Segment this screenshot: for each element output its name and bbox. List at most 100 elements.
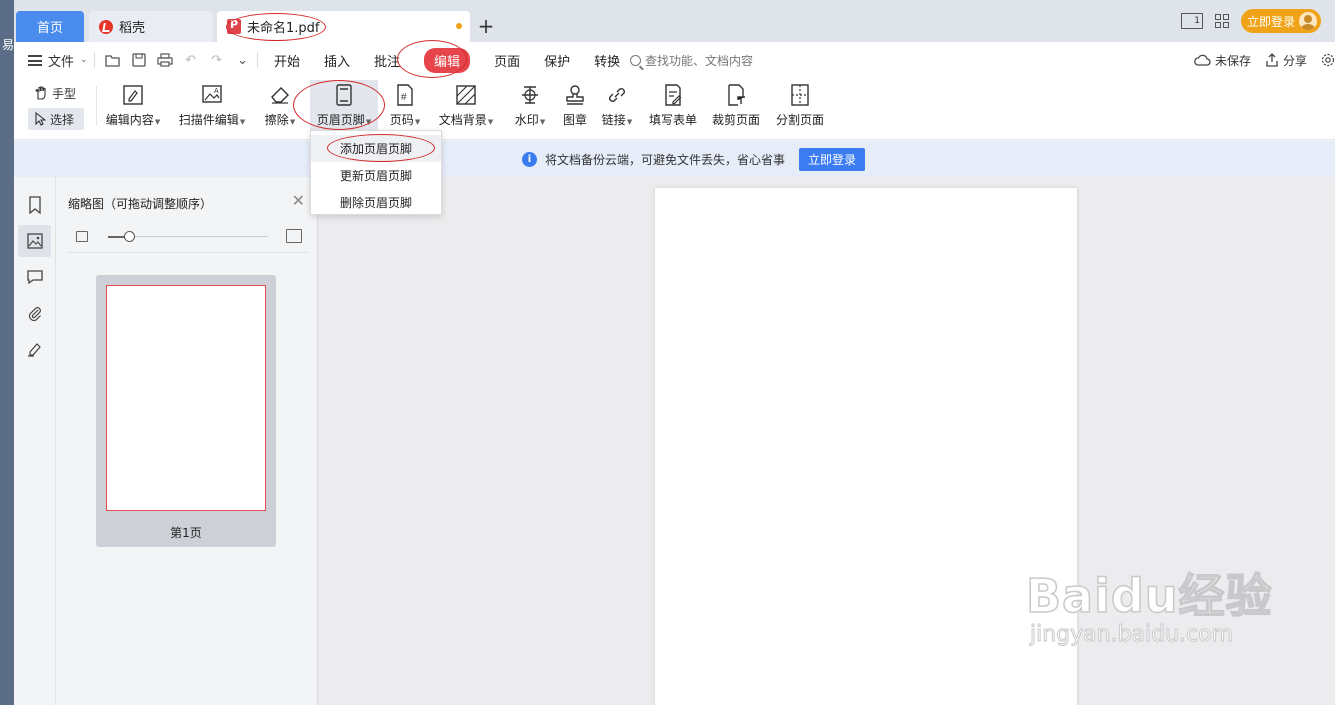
login-button[interactable]: 立即登录: [1240, 9, 1321, 33]
signature-nav[interactable]: [18, 333, 51, 365]
edit-content-label: 编辑内容: [105, 113, 154, 127]
open-folder-icon[interactable]: [104, 52, 121, 68]
file-menu-label: 文件: [48, 54, 75, 70]
edge-char: 易: [2, 38, 15, 52]
erase-label: 擦除: [264, 113, 289, 127]
paperclip-icon: [28, 307, 41, 321]
tab-start[interactable]: 开始: [262, 42, 312, 78]
watermark-icon: [522, 86, 538, 104]
crop-icon: [728, 84, 745, 106]
crop-page-button[interactable]: 裁剪页面: [710, 80, 762, 136]
hand-select-group: 手型 选择: [28, 82, 84, 130]
unsaved-status[interactable]: 未保存: [1193, 52, 1251, 69]
new-tab-button[interactable]: +: [476, 14, 496, 38]
delete-header-footer-item[interactable]: 删除页眉页脚: [311, 189, 441, 216]
watermark-brand: Baidu经验: [1025, 568, 1273, 624]
tab-insert[interactable]: 插入: [312, 42, 362, 78]
scan-edit-icon: A: [202, 85, 222, 103]
watermark-button[interactable]: 水印▼: [510, 80, 550, 136]
background-icon: [456, 85, 476, 105]
single-page-view-icon[interactable]: 1: [1180, 13, 1203, 29]
bookmark-nav[interactable]: [18, 189, 51, 221]
scan-edit-label: 扫描件编辑: [178, 113, 239, 127]
menu-bar: 文件 ⌄ ↶ ↷ ⌄ 开始 插入 批注 编辑 页面 保护 转换 查找功能、文档内…: [14, 42, 1335, 78]
header-footer-dropdown: 添加页眉页脚 更新页眉页脚 删除页眉页脚: [310, 130, 442, 215]
infobar-login-button[interactable]: 立即登录: [799, 147, 866, 171]
page-indicator: 1: [1194, 16, 1200, 26]
quick-access: 文件 ⌄ ↶ ↷ ⌄: [28, 42, 258, 78]
thumbnail-panel-title: 缩略图（可拖动调整顺序）: [68, 197, 213, 211]
zoom-slider-handle[interactable]: [123, 231, 135, 242]
header-footer-icon: [336, 84, 352, 106]
select-tool-button[interactable]: 选择: [28, 108, 84, 130]
hand-tool-button[interactable]: 手型: [28, 82, 84, 104]
stamp-label: 图章: [562, 113, 587, 127]
close-icon[interactable]: ✕: [292, 193, 305, 209]
erase-button[interactable]: 擦除▼: [260, 80, 300, 136]
edit-content-button[interactable]: 编辑内容▼: [104, 80, 162, 136]
tab-document[interactable]: 未命名1.pdf: [217, 11, 470, 42]
tab-daoke-label: 稻壳: [119, 21, 146, 36]
tab-annotate[interactable]: 批注: [362, 42, 412, 78]
stamp-button[interactable]: 图章: [560, 80, 590, 136]
update-header-footer-item[interactable]: 更新页眉页脚: [311, 162, 441, 189]
app-window: 首页 稻壳 未命名1.pdf + 1 立即登录 文件 ⌄: [14, 0, 1335, 705]
comment-nav[interactable]: [18, 261, 51, 293]
grid-view-icon[interactable]: [1214, 14, 1229, 28]
undo-icon[interactable]: ↶: [183, 52, 199, 68]
tab-page[interactable]: 页面: [482, 42, 532, 78]
divider: [96, 86, 97, 126]
tab-start-label: 开始: [274, 54, 301, 70]
thumbnail-page-preview: [106, 285, 266, 511]
pdf-page[interactable]: [655, 188, 1077, 705]
redo-icon[interactable]: ↷: [209, 52, 225, 68]
bookmark-icon: [28, 196, 41, 214]
link-button[interactable]: 链接▼: [598, 80, 636, 136]
customize-dropdown-icon[interactable]: ⌄: [235, 52, 251, 68]
page-thumbnail[interactable]: 第1页: [96, 275, 276, 547]
doc-background-button[interactable]: 文档背景▼: [436, 80, 496, 136]
search-placeholder: 查找功能、文档内容: [645, 53, 754, 68]
login-label: 立即登录: [1246, 14, 1295, 29]
chevron-down-icon: ⌄: [80, 55, 88, 65]
form-icon: [665, 84, 682, 106]
menu-right: 未保存 分享: [1193, 42, 1335, 78]
tab-bar: 首页 稻壳 未命名1.pdf + 1 立即登录: [14, 0, 1335, 42]
tab-convert[interactable]: 转换: [582, 42, 632, 78]
titlebar-right: 1 立即登录: [1180, 9, 1321, 33]
page-number-button[interactable]: # 页码▼: [386, 80, 424, 136]
watermark-label: 水印: [514, 113, 539, 127]
split-page-label: 分割页面: [775, 113, 824, 127]
unsaved-label: 未保存: [1214, 53, 1251, 68]
split-page-icon: [791, 84, 809, 106]
search-input[interactable]: 查找功能、文档内容: [630, 42, 753, 78]
crop-page-label: 裁剪页面: [711, 113, 760, 127]
add-header-footer-item[interactable]: 添加页眉页脚: [311, 135, 441, 162]
header-footer-button[interactable]: 页眉页脚▼: [310, 80, 378, 136]
backup-message: 将文档备份云端，可避免文件丢失，省心省事: [545, 152, 786, 167]
tab-home[interactable]: 首页: [16, 11, 84, 42]
save-icon[interactable]: [131, 52, 147, 68]
thumbnail-nav[interactable]: [18, 225, 51, 257]
split-page-button[interactable]: 分割页面: [774, 80, 826, 136]
scan-edit-button[interactable]: A 扫描件编辑▼: [177, 80, 247, 136]
file-menu-button[interactable]: 文件 ⌄: [28, 51, 88, 70]
share-icon: [1266, 53, 1278, 67]
tab-daoke[interactable]: 稻壳: [89, 11, 213, 42]
fill-form-button[interactable]: 填写表单: [647, 80, 699, 136]
tab-protect[interactable]: 保护: [532, 42, 582, 78]
doc-background-label: 文档背景: [438, 113, 487, 127]
settings-button[interactable]: [1321, 53, 1335, 67]
left-edge-strip: 易: [0, 0, 14, 705]
zoom-out-image-icon[interactable]: [76, 231, 88, 242]
ribbon: 手型 选择 编辑内容▼ A 扫描件编辑▼ 擦除▼ 页眉页脚▼ # 页码▼ 文档背…: [14, 78, 1335, 140]
print-icon[interactable]: [156, 52, 173, 68]
eraser-icon: [271, 87, 289, 104]
link-icon: [609, 88, 625, 102]
share-button[interactable]: 分享: [1265, 52, 1307, 69]
attachment-nav[interactable]: [18, 297, 51, 329]
tab-edit[interactable]: 编辑: [412, 42, 482, 78]
zoom-in-image-icon[interactable]: [286, 229, 302, 243]
hamburger-icon: [28, 54, 42, 66]
edit-content-icon: [123, 85, 143, 105]
